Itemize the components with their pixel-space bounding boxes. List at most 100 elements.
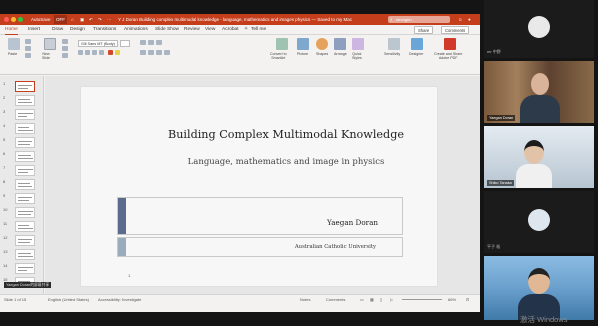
numbering-icon[interactable] bbox=[148, 40, 154, 45]
slide-subtitle[interactable]: Language, mathematics and image in physi… bbox=[151, 157, 421, 167]
slide-thumbnail[interactable] bbox=[15, 249, 35, 260]
participant-video-tile[interactable] bbox=[484, 256, 594, 320]
slide-editor[interactable]: Building Complex Multimodal Knowledge La… bbox=[45, 76, 480, 294]
participant-tile[interactable]: mr 中野 bbox=[484, 0, 594, 58]
reading-view-icon[interactable]: ▯ bbox=[380, 297, 382, 302]
tab-design[interactable]: Design bbox=[70, 26, 85, 34]
slide-title[interactable]: Building Complex Multimodal Knowledge bbox=[161, 128, 411, 141]
tab-draw[interactable]: Draw bbox=[52, 26, 63, 34]
tab-animations[interactable]: Animations bbox=[124, 26, 148, 34]
participant-name: Yaegan Doran bbox=[487, 115, 516, 121]
font-size-select[interactable] bbox=[120, 40, 130, 47]
designer-button[interactable]: Designer bbox=[409, 38, 423, 56]
reset-icon[interactable] bbox=[62, 46, 68, 51]
redo-icon[interactable]: ↷ bbox=[98, 15, 102, 24]
more-icon[interactable]: ⋯ bbox=[107, 15, 112, 24]
undo-icon[interactable]: ↶ bbox=[89, 15, 93, 24]
align-center-icon[interactable] bbox=[148, 50, 154, 55]
normal-view-icon[interactable]: ▭ bbox=[360, 297, 364, 302]
tab-review[interactable]: Review bbox=[184, 26, 200, 34]
minimize-window-button[interactable] bbox=[11, 17, 16, 22]
slide-thumbnail[interactable] bbox=[15, 109, 35, 120]
slide-thumbnail[interactable] bbox=[15, 221, 35, 232]
account-icon[interactable]: ● bbox=[468, 15, 471, 24]
participant-tile[interactable]: 平子 裕 bbox=[484, 191, 594, 253]
indent-icon[interactable] bbox=[156, 40, 162, 45]
tab-transitions[interactable]: Transitions bbox=[93, 26, 116, 34]
italic-icon[interactable] bbox=[85, 50, 90, 55]
fit-to-window-icon[interactable]: ⊡ bbox=[466, 297, 469, 302]
picture-button[interactable]: Picture bbox=[297, 38, 309, 56]
tab-home[interactable]: Home bbox=[5, 26, 18, 35]
slide-thumbnails-pane[interactable]: 1 2 3 4 5 6 7 8 9 10 11 12 13 14 15 bbox=[0, 76, 44, 294]
font-color-icon[interactable] bbox=[108, 50, 113, 55]
author-text-box[interactable]: Yaegan Doran bbox=[117, 197, 403, 235]
thumb-number: 2 bbox=[3, 95, 6, 100]
slide-thumbnail[interactable] bbox=[15, 123, 35, 134]
language-status[interactable]: English (United States) bbox=[48, 297, 89, 302]
slide-thumbnail[interactable] bbox=[15, 179, 35, 190]
zoom-slider[interactable] bbox=[402, 299, 442, 300]
notifications-icon[interactable]: ☺ bbox=[458, 15, 463, 24]
close-window-button[interactable] bbox=[4, 17, 9, 22]
section-icon[interactable] bbox=[62, 53, 68, 58]
strikethrough-icon[interactable] bbox=[99, 50, 104, 55]
share-button[interactable]: Share bbox=[414, 26, 434, 34]
participant-head bbox=[531, 73, 549, 95]
tab-tell-me[interactable]: Tell me bbox=[251, 26, 266, 34]
quick-styles-button[interactable]: Quick Styles bbox=[352, 38, 364, 60]
autosave-toggle[interactable]: OFF bbox=[54, 15, 67, 24]
slide-thumbnail[interactable] bbox=[15, 165, 35, 176]
slide-thumbnail[interactable] bbox=[15, 263, 35, 274]
new-slide-button[interactable]: New Slide bbox=[42, 38, 56, 60]
underline-icon[interactable] bbox=[92, 50, 97, 55]
home-icon[interactable]: ⌂ bbox=[71, 15, 74, 24]
notes-button[interactable]: Notes bbox=[300, 297, 310, 302]
thumb-number: 6 bbox=[3, 151, 6, 156]
participant-video-tile[interactable]: Shiko Tanaka bbox=[484, 126, 594, 188]
search-input[interactable]: ⌕ strongen bbox=[388, 16, 450, 23]
slide-thumbnail[interactable] bbox=[15, 235, 35, 246]
slide-thumbnail[interactable] bbox=[15, 193, 35, 204]
format-painter-icon[interactable] bbox=[25, 53, 31, 58]
tab-view[interactable]: View bbox=[205, 26, 215, 34]
slideshow-icon[interactable]: ▷ bbox=[390, 297, 393, 302]
cut-icon[interactable] bbox=[25, 39, 31, 44]
bold-icon[interactable] bbox=[78, 50, 83, 55]
save-icon[interactable]: ▣ bbox=[80, 15, 84, 24]
bullets-icon[interactable] bbox=[140, 40, 146, 45]
tab-insert[interactable]: Insert bbox=[28, 26, 40, 34]
justify-icon[interactable] bbox=[164, 50, 170, 55]
comments-button[interactable]: Comments bbox=[441, 26, 470, 34]
slide-thumbnail[interactable] bbox=[15, 81, 35, 92]
lightbulb-icon: ✧ bbox=[244, 27, 249, 32]
arrange-button[interactable]: Arrange bbox=[334, 38, 347, 56]
convert-smartart-button[interactable]: Convert to SmartArt bbox=[270, 38, 288, 60]
sorter-view-icon[interactable]: ▦ bbox=[370, 297, 374, 302]
sensitivity-button[interactable]: Sensitivity bbox=[384, 38, 400, 56]
create-share-pdf-button[interactable]: Create and Share Adobe PDF bbox=[434, 38, 462, 60]
shapes-button[interactable]: Shapes bbox=[316, 38, 328, 56]
tab-slide-show[interactable]: Slide Show bbox=[155, 26, 179, 34]
font-family-select[interactable]: Gill Sans MT (Body) bbox=[78, 40, 118, 47]
autosave-label: AutoSave bbox=[31, 17, 51, 22]
maximize-window-button[interactable] bbox=[18, 17, 23, 22]
highlight-icon[interactable] bbox=[115, 50, 120, 55]
accessibility-status[interactable]: Accessibility: Investigate bbox=[98, 297, 141, 302]
align-left-icon[interactable] bbox=[140, 50, 146, 55]
slide-thumbnail[interactable] bbox=[15, 137, 35, 148]
comments-status-button[interactable]: Comments bbox=[326, 297, 345, 302]
university-text-box[interactable]: Australian Catholic University bbox=[117, 237, 403, 257]
zoom-level[interactable]: 66% bbox=[448, 297, 456, 302]
participant-video-tile[interactable]: Yaegan Doran bbox=[484, 61, 594, 123]
slide-canvas[interactable]: Building Complex Multimodal Knowledge La… bbox=[80, 86, 438, 287]
thumb-number: 4 bbox=[3, 123, 6, 128]
tab-acrobat[interactable]: Acrobat bbox=[222, 26, 239, 34]
slide-thumbnail[interactable] bbox=[15, 151, 35, 162]
layout-icon[interactable] bbox=[62, 39, 68, 44]
slide-thumbnail[interactable] bbox=[15, 95, 35, 106]
paste-button[interactable]: Paste bbox=[8, 38, 20, 56]
align-right-icon[interactable] bbox=[156, 50, 162, 55]
copy-icon[interactable] bbox=[25, 46, 31, 51]
slide-thumbnail[interactable] bbox=[15, 207, 35, 218]
